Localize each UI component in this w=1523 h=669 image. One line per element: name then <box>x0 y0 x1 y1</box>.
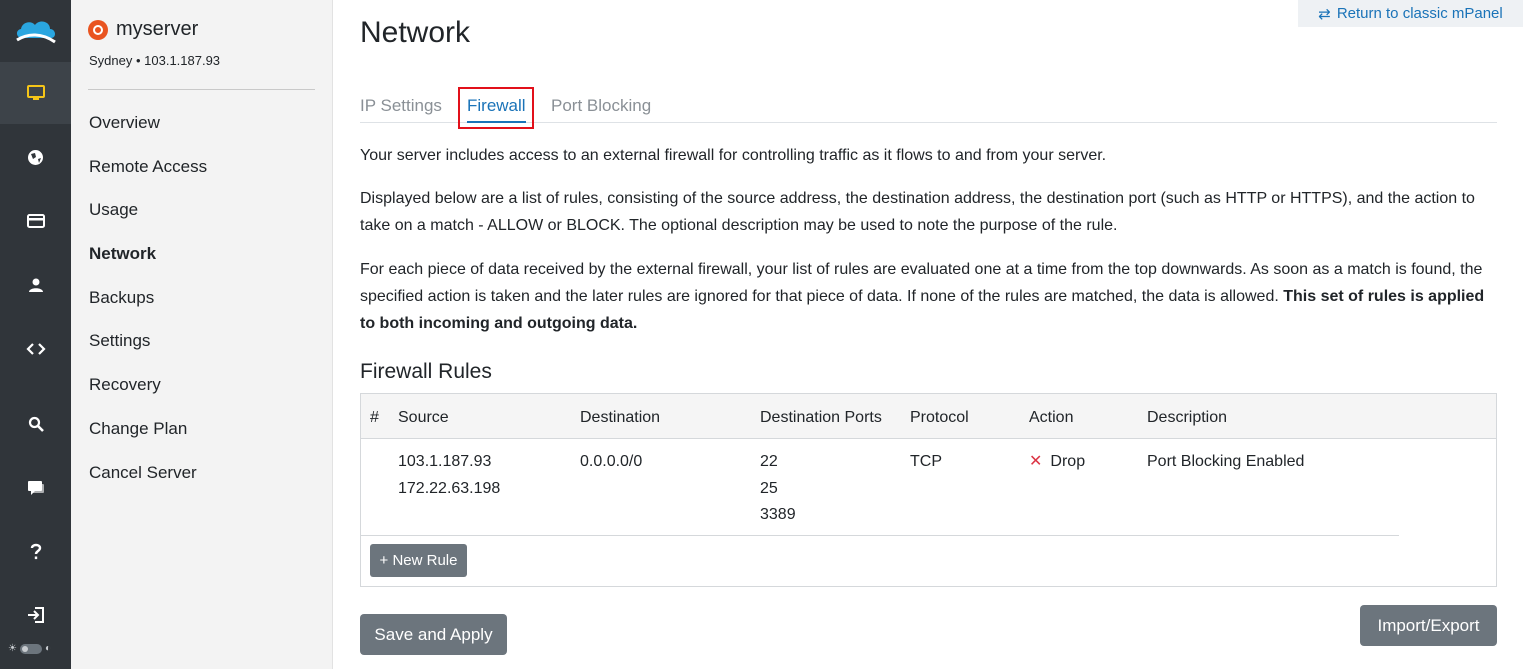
rule-action-label: Drop <box>1050 453 1086 470</box>
subnav-item-recovery[interactable]: Recovery <box>89 370 207 414</box>
rule-source-ip: 103.1.187.93 <box>398 453 492 470</box>
server-subnav: myserver Sydney • 103.1.187.93 Overview … <box>71 0 333 669</box>
new-rule-button[interactable]: + New Rule <box>370 544 467 577</box>
rule-ports: 22 25 3389 <box>760 449 796 529</box>
icon-rail: ☀ ◐ <box>0 0 71 669</box>
tab-ip-settings[interactable]: IP Settings <box>360 87 442 123</box>
subnav-item-remote-access[interactable]: Remote Access <box>89 152 207 196</box>
classic-link-label: Return to classic mPanel <box>1336 5 1503 22</box>
moon-icon: ◐ <box>44 643 52 654</box>
col-header-ports: Destination Ports <box>760 409 882 426</box>
monitor-icon[interactable] <box>0 62 71 124</box>
credit-card-icon[interactable] <box>0 190 71 252</box>
server-header: myserver <box>88 18 198 41</box>
rule-description: Port Blocking Enabled <box>1147 453 1305 470</box>
subnav-item-settings[interactable]: Settings <box>89 326 207 370</box>
firewall-tab-highlight <box>458 87 534 129</box>
theme-toggle[interactable]: ☀ ◐ <box>8 643 51 654</box>
intro-paragraph-2: Displayed below are a list of rules, con… <box>360 190 1475 234</box>
rule-port: 25 <box>760 479 778 497</box>
intro-paragraph-3: For each piece of data received by the e… <box>360 256 1497 337</box>
col-header-source: Source <box>398 409 449 426</box>
rule-port: 3389 <box>760 506 796 523</box>
theme-switch[interactable] <box>19 643 42 654</box>
col-header-action: Action <box>1029 409 1074 426</box>
col-header-num: # <box>370 409 379 426</box>
subnav-item-backups[interactable]: Backups <box>89 283 207 327</box>
rule-port: 22 <box>760 453 778 470</box>
col-header-destination: Destination <box>580 409 661 426</box>
server-name: myserver <box>116 18 199 40</box>
rule-source-ip: 172.22.63.198 <box>398 479 501 497</box>
rule-source: 103.1.187.93 172.22.63.198 <box>398 449 500 502</box>
import-export-button[interactable]: Import/Export <box>1360 605 1497 646</box>
intro-paragraph-1: Your server includes access to an extern… <box>360 147 1107 164</box>
subnav-item-change-plan[interactable]: Change Plan <box>89 414 207 458</box>
col-header-description: Description <box>1147 409 1228 426</box>
page-title: Network <box>360 16 471 49</box>
subnav-item-network[interactable]: Network <box>89 239 207 283</box>
table-header: # Source Destination Destination Ports P… <box>361 394 1496 439</box>
sun-icon: ☀ <box>8 643 17 654</box>
rule-action: ✕ Drop <box>1029 449 1085 476</box>
return-to-classic-link[interactable]: ⇄ Return to classic mPanel <box>1298 0 1523 27</box>
ubuntu-icon <box>88 19 108 40</box>
subnav-list: Overview Remote Access Usage Network Bac… <box>89 108 207 501</box>
subnav-item-usage[interactable]: Usage <box>89 195 207 239</box>
subnav-divider <box>88 89 315 90</box>
code-icon[interactable] <box>0 318 71 380</box>
save-and-apply-button[interactable]: Save and Apply <box>360 614 507 655</box>
cloud-logo-icon[interactable] <box>0 0 71 62</box>
swap-arrows-icon: ⇄ <box>1318 5 1331 23</box>
user-icon[interactable] <box>0 254 71 316</box>
rule-destination: 0.0.0.0/0 <box>580 453 643 470</box>
globe-icon[interactable] <box>0 126 71 188</box>
help-icon[interactable] <box>0 521 71 583</box>
row-divider <box>361 535 1399 536</box>
firewall-rules-table: # Source Destination Destination Ports P… <box>360 393 1497 587</box>
tab-port-blocking[interactable]: Port Blocking <box>551 87 651 123</box>
subnav-item-overview[interactable]: Overview <box>89 108 207 152</box>
server-location: Sydney • 103.1.187.93 <box>89 53 221 68</box>
search-icon[interactable] <box>0 393 71 455</box>
rule-protocol: TCP <box>910 453 942 470</box>
col-header-protocol: Protocol <box>910 409 969 426</box>
chat-icon[interactable] <box>0 457 71 519</box>
firewall-rules-title: Firewall Rules <box>360 360 492 383</box>
logout-icon[interactable] <box>0 584 71 646</box>
drop-x-icon: ✕ <box>1029 453 1043 470</box>
subnav-item-cancel-server[interactable]: Cancel Server <box>89 458 207 502</box>
